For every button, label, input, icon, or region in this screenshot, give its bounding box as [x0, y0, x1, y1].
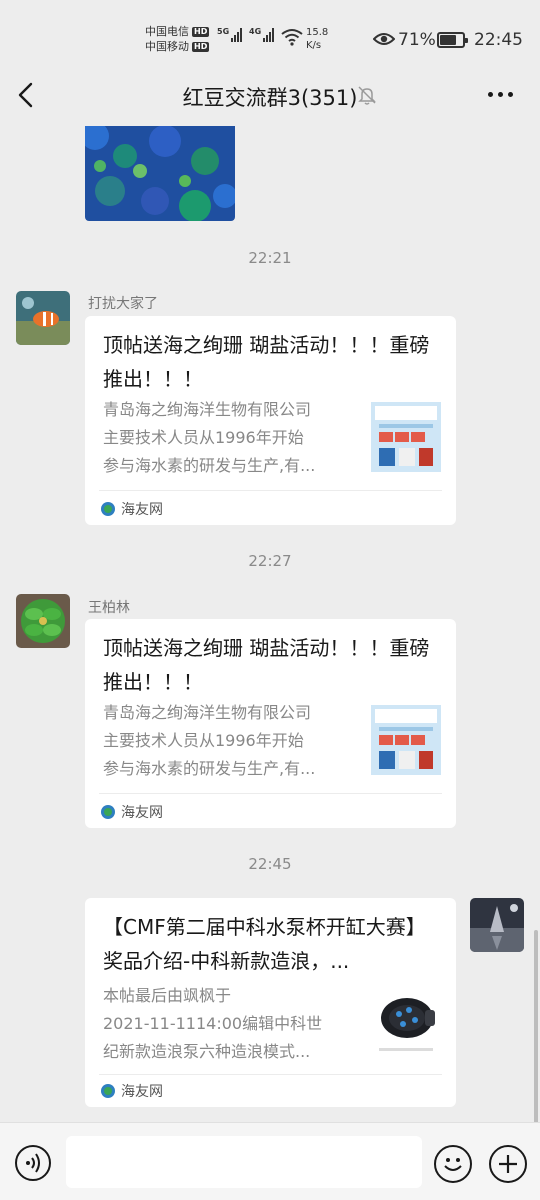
- card-title: 顶帖送海之绚珊 瑚盐活动！！！重磅推出！！！: [103, 636, 430, 694]
- message-timestamp: 22:45: [248, 855, 292, 873]
- status-bar: 中国电信 HD 中国移动 HD 5G 4G 15.8 K/s 71% 22:45: [0, 0, 540, 80]
- emoji-button[interactable]: [434, 1145, 472, 1183]
- sender-name: 王柏林: [88, 600, 130, 616]
- signal-4g-icon: 4G: [249, 28, 275, 42]
- card-description: 青岛海之绚海洋生物有限公司 主要技术人员从1996年开始 参与海水素的研发与生产…: [103, 400, 316, 475]
- carrier-info: 中国电信 HD 中国移动 HD: [145, 24, 210, 54]
- link-card[interactable]: 顶帖送海之绚珊 瑚盐活动！！！重磅推出！！！ 青岛海之绚海洋生物有限公司 主要技…: [85, 316, 456, 525]
- scrollbar[interactable]: [534, 930, 538, 1130]
- card-thumbnail: [371, 986, 441, 1056]
- emoji-icon: [444, 1158, 462, 1171]
- voice-icon: [26, 1153, 40, 1173]
- shared-image[interactable]: [85, 126, 235, 221]
- chat-title: 红豆交流群3(351): [182, 86, 358, 110]
- eye-comfort-icon: [373, 33, 395, 45]
- carrier-1: 中国电信: [145, 25, 189, 38]
- card-source: 海友网: [101, 499, 163, 519]
- message-timestamp: 22:27: [248, 552, 292, 570]
- net-speed: 15.8 K/s: [306, 27, 329, 51]
- card-thumbnail: [371, 705, 441, 775]
- card-divider: [99, 1074, 442, 1075]
- plus-icon: [499, 1155, 517, 1173]
- card-description: 本帖最后由飒枫于 2021-11-1114:00编辑中科世 纪新款造浪泵六种造浪…: [103, 986, 323, 1061]
- input-bar: [0, 1122, 540, 1200]
- source-logo-icon: [101, 502, 115, 516]
- link-card[interactable]: 顶帖送海之绚珊 瑚盐活动！！！重磅推出！！！ 青岛海之绚海洋生物有限公司 主要技…: [85, 619, 456, 828]
- chat-header: 红豆交流群3(351): [0, 70, 540, 120]
- card-description: 青岛海之绚海洋生物有限公司 主要技术人员从1996年开始 参与海水素的研发与生产…: [103, 703, 316, 778]
- my-avatar[interactable]: [470, 898, 524, 952]
- source-logo-icon: [101, 805, 115, 819]
- battery-percent: 71%: [398, 30, 436, 50]
- message-timestamp: 22:21: [248, 249, 292, 267]
- card-divider: [99, 793, 442, 794]
- voice-input-button[interactable]: [15, 1145, 51, 1181]
- hd-badge: HD: [192, 41, 210, 52]
- avatar[interactable]: [16, 594, 70, 648]
- sender-name: 打扰大家了: [88, 296, 158, 312]
- card-source: 海友网: [101, 802, 163, 822]
- battery-icon: [437, 32, 468, 48]
- link-card[interactable]: 【CMF第二届中科水泵杯开缸大赛】奖品介绍-中科新款造浪，... 本帖最后由飒枫…: [85, 898, 456, 1107]
- card-source: 海友网: [101, 1081, 163, 1101]
- carrier-2: 中国移动: [145, 40, 189, 53]
- card-thumbnail: [371, 402, 441, 472]
- more-options-icon[interactable]: [488, 92, 513, 97]
- avatar[interactable]: [16, 291, 70, 345]
- status-time: 22:45: [474, 30, 523, 50]
- mute-bell-icon: [358, 86, 376, 105]
- hd-badge: HD: [192, 26, 210, 37]
- battery-level: [440, 35, 456, 45]
- message-input[interactable]: [66, 1136, 422, 1188]
- wifi-icon: [281, 29, 303, 46]
- source-logo-icon: [101, 1084, 115, 1098]
- more-functions-button[interactable]: [489, 1145, 527, 1183]
- card-divider: [99, 490, 442, 491]
- card-title: 【CMF第二届中科水泵杯开缸大赛】奖品介绍-中科新款造浪，...: [103, 915, 426, 973]
- signal-5g-icon: 5G: [217, 28, 243, 42]
- card-title: 顶帖送海之绚珊 瑚盐活动！！！重磅推出！！！: [103, 333, 430, 391]
